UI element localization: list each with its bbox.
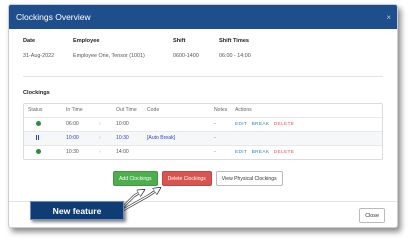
view-physical-clockings-button[interactable]: View Physical Clockings bbox=[215, 171, 283, 186]
shift-times-value: 06:00 - 14:00 bbox=[219, 53, 251, 59]
break-link[interactable]: BREAK bbox=[252, 122, 270, 127]
code-cell: [Auto Break] bbox=[147, 135, 176, 141]
in-time-cell: 06:00 bbox=[66, 121, 79, 127]
action-buttons: Add Clockings Delete Clockings View Phys… bbox=[113, 171, 283, 186]
status-cell bbox=[36, 118, 41, 131]
notes-cell: - bbox=[214, 135, 216, 141]
arrow-icon: › bbox=[99, 135, 101, 141]
delete-clockings-button[interactable]: Delete Clockings bbox=[161, 171, 212, 186]
clockings-overview-dialog: Clockings Overview × Date Employee Shift… bbox=[8, 4, 398, 228]
in-time-column-header: In Time bbox=[66, 107, 83, 113]
notes-cell: - bbox=[214, 121, 216, 127]
close-button[interactable]: Close bbox=[359, 208, 385, 223]
actions-cell: EDIT BREAK DELETE bbox=[235, 118, 297, 131]
delete-link[interactable]: DELETE bbox=[274, 150, 294, 155]
status-cell bbox=[36, 132, 38, 145]
add-clockings-button[interactable]: Add Clockings bbox=[113, 171, 158, 186]
date-value: 31-Aug-2022 bbox=[23, 53, 55, 59]
table-row: 06:00 › 10:00 - EDIT BREAK DELETE bbox=[24, 117, 382, 131]
status-cell bbox=[36, 146, 41, 159]
in-time-cell: 10:30 bbox=[66, 149, 79, 155]
table-header-row: Status In Time Out Time Code Notes Actio… bbox=[24, 104, 382, 117]
in-time-cell: 10:00 bbox=[66, 135, 79, 141]
table-row: 10:00 › 10:30 [Auto Break] - bbox=[24, 131, 382, 145]
out-time-cell: 14:00 bbox=[116, 149, 129, 155]
code-column-header: Code bbox=[147, 107, 160, 113]
date-header: Date bbox=[23, 38, 36, 44]
pause-icon bbox=[36, 135, 38, 140]
divider bbox=[23, 76, 383, 77]
notes-column-header: Notes bbox=[214, 107, 228, 113]
edit-link[interactable]: EDIT bbox=[235, 150, 247, 155]
new-feature-callout: New feature bbox=[30, 201, 124, 220]
delete-link[interactable]: DELETE bbox=[274, 122, 294, 127]
shift-header: Shift bbox=[173, 38, 186, 44]
actions-column-header: Actions bbox=[235, 107, 252, 113]
edit-link[interactable]: EDIT bbox=[235, 122, 247, 127]
clockings-table: Status In Time Out Time Code Notes Actio… bbox=[23, 103, 383, 160]
close-icon[interactable]: × bbox=[386, 13, 391, 22]
employee-header: Employee bbox=[73, 38, 100, 44]
check-circle-icon bbox=[36, 149, 41, 154]
arrow-icon: › bbox=[99, 121, 101, 127]
check-circle-icon bbox=[36, 121, 41, 126]
out-time-column-header: Out Time bbox=[116, 107, 137, 113]
dialog-title: Clockings Overview bbox=[16, 12, 91, 22]
shift-value: 0600-1400 bbox=[173, 53, 199, 59]
notes-cell: - bbox=[214, 149, 216, 155]
arrow-icon: › bbox=[99, 149, 101, 155]
out-time-cell: 10:00 bbox=[116, 121, 129, 127]
dialog-header: Clockings Overview × bbox=[9, 5, 397, 29]
actions-cell: EDIT BREAK DELETE bbox=[235, 146, 297, 159]
employee-value: Employee One, Tensor (1001) bbox=[73, 53, 145, 59]
status-column-header: Status bbox=[28, 107, 43, 113]
table-row: 10:30 › 14:00 - EDIT BREAK DELETE bbox=[24, 145, 382, 159]
clockings-section-title: Clockings bbox=[23, 90, 50, 96]
break-link[interactable]: BREAK bbox=[252, 150, 270, 155]
out-time-cell: 10:30 bbox=[116, 135, 129, 141]
shift-times-header: Shift Times bbox=[219, 38, 250, 44]
